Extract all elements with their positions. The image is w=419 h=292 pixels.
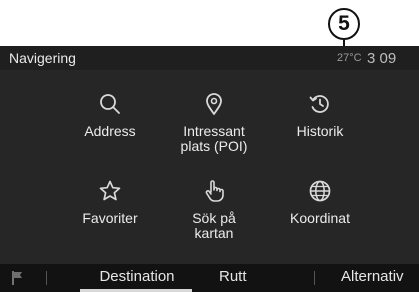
clock-readout: 3 09: [367, 50, 397, 67]
globe-icon: [309, 180, 331, 202]
tab-separator: [314, 271, 315, 285]
search-icon: [100, 94, 120, 114]
menu-item-label: Address: [84, 123, 136, 139]
top-status-bar: Navigering 27°C 3 09: [0, 46, 419, 70]
navigation-screen: Navigering 27°C 3 09 Address Intressant …: [0, 46, 419, 292]
page-title: Navigering: [9, 50, 76, 66]
menu-item-coordinates[interactable]: Koordinat: [272, 179, 368, 259]
tab-separator: [46, 271, 47, 285]
callout-number-badge: 5: [328, 8, 360, 40]
menu-item-label: Historik: [296, 123, 344, 139]
menu-item-search-map[interactable]: Sök på kartan: [166, 179, 262, 259]
menu-item-label: Koordinat: [290, 210, 350, 226]
menu-item-address[interactable]: Address: [62, 92, 158, 172]
menu-item-label: Favoriter: [82, 210, 138, 226]
menu-item-label: Intressant plats (POI): [180, 123, 248, 154]
history-icon: [309, 95, 329, 113]
flag-icon[interactable]: [11, 270, 25, 291]
star-icon: [99, 180, 121, 201]
hand-pointer-icon: [205, 180, 224, 202]
bottom-tab-bar: Destination Rutt Alternativ: [0, 264, 419, 292]
tab-destination[interactable]: Destination: [82, 268, 192, 285]
tab-route[interactable]: Rutt: [219, 268, 247, 285]
menu-item-label: Sök på kartan: [192, 210, 236, 241]
menu-item-poi[interactable]: Intressant plats (POI): [166, 92, 262, 172]
location-pin-icon: [206, 93, 222, 115]
menu-item-history[interactable]: Historik: [272, 92, 368, 172]
temperature-readout: 27°C: [337, 52, 362, 64]
tab-options[interactable]: Alternativ: [341, 268, 404, 285]
menu-item-favorites[interactable]: Favoriter: [62, 179, 158, 259]
